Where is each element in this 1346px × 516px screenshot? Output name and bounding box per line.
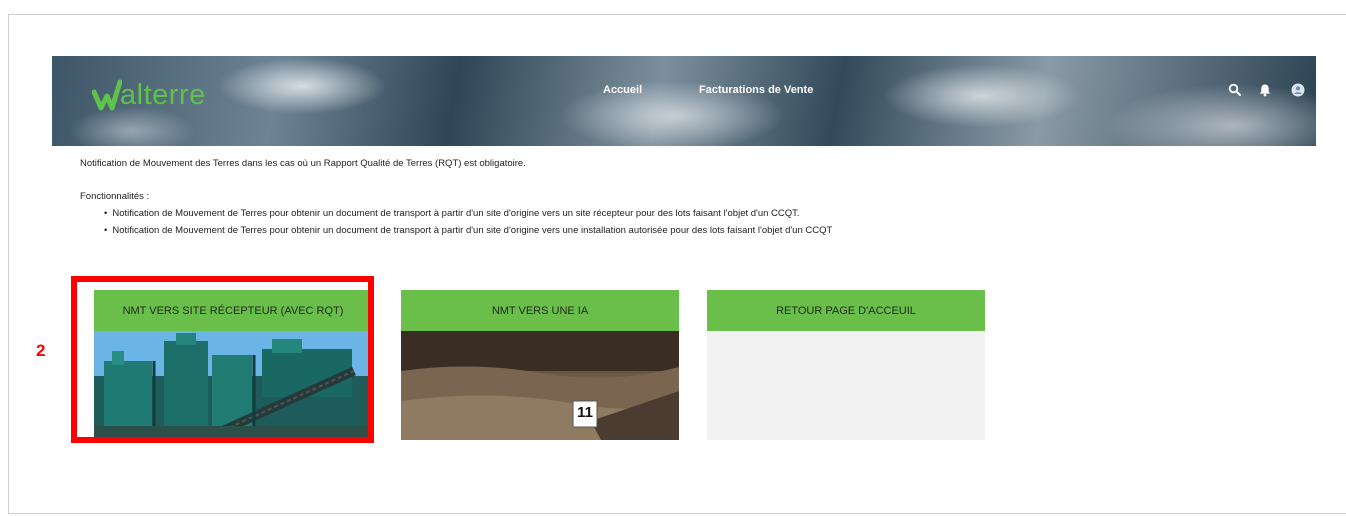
soil-illustration xyxy=(401,331,679,440)
card-image-empty xyxy=(707,331,985,440)
walterre-logo[interactable]: alterre xyxy=(92,78,206,112)
page-description: Notification de Mouvement des Terres dan… xyxy=(80,158,526,169)
logo-text: alterre xyxy=(120,78,206,111)
card-image-soil: 11 xyxy=(401,331,679,440)
card-image-plant xyxy=(94,331,372,440)
feature-item: Notification de Mouvement de Terres pour… xyxy=(104,208,832,225)
features-title: Fonctionnalités : xyxy=(80,191,150,202)
card-title: NMT VERS SITE RÉCEPTEUR (AVEC RQT) xyxy=(94,290,372,331)
bell-icon[interactable] xyxy=(1258,83,1272,97)
card-title: RETOUR PAGE D'ACCEUIL xyxy=(707,290,985,331)
annotation-step-number: 2 xyxy=(36,341,46,360)
feature-item: Notification de Mouvement de Terres pour… xyxy=(104,225,832,242)
card-title: NMT VERS UNE IA xyxy=(401,290,679,331)
features-list: Notification de Mouvement de Terres pour… xyxy=(104,208,832,242)
card-nmt-ia[interactable]: NMT VERS UNE IA 11 xyxy=(401,290,679,440)
user-icon[interactable] xyxy=(1291,83,1305,97)
nav-accueil[interactable]: Accueil xyxy=(603,84,642,96)
plot-number-label: 11 xyxy=(577,404,593,421)
search-icon[interactable] xyxy=(1228,83,1242,97)
plant-illustration xyxy=(94,331,372,440)
card-retour-accueil[interactable]: RETOUR PAGE D'ACCEUIL xyxy=(707,290,985,440)
logo-w-icon xyxy=(92,79,122,111)
nav-facturations-de-vente[interactable]: Facturations de Vente xyxy=(699,84,813,96)
header-banner: alterre Accueil Facturations de Vente xyxy=(52,56,1316,146)
card-nmt-site-recepteur[interactable]: NMT VERS SITE RÉCEPTEUR (AVEC RQT) xyxy=(94,290,372,440)
